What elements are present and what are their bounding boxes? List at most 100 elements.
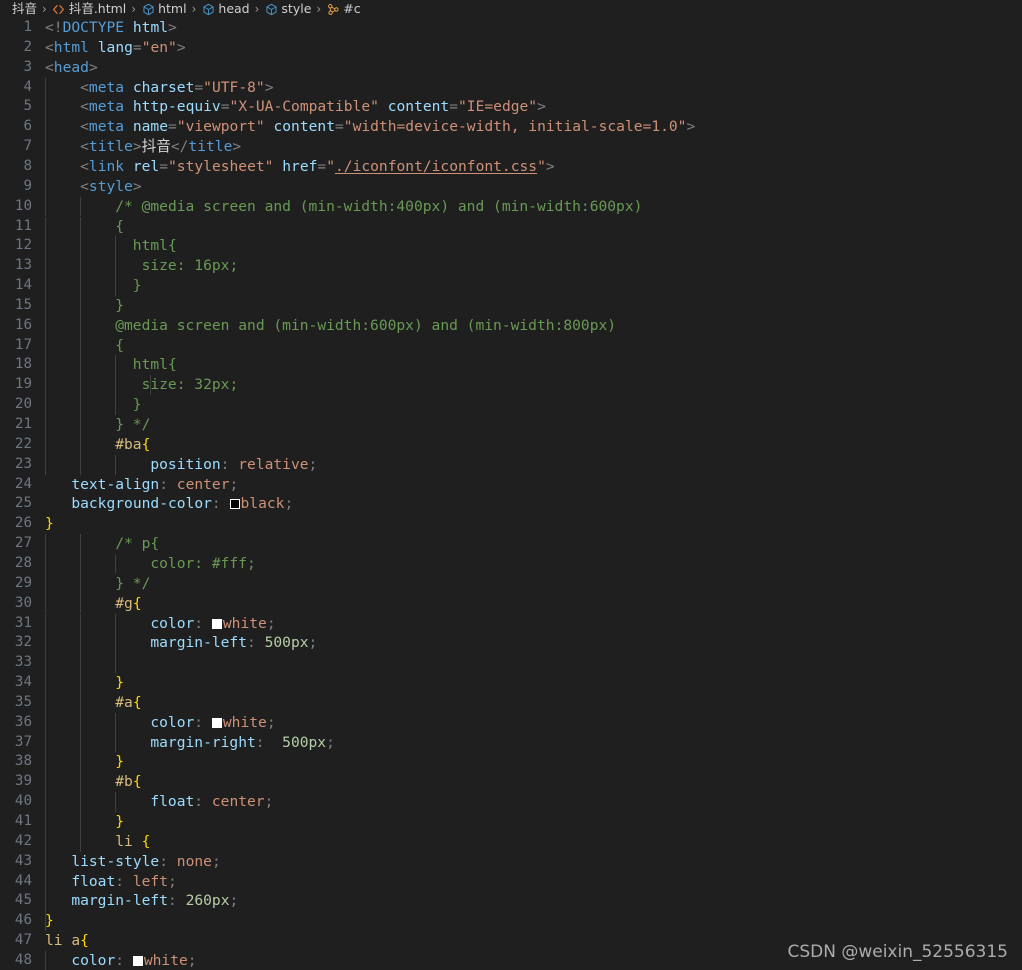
code-line[interactable]: 18 html{ (0, 355, 1022, 376)
code-line[interactable]: 39 #b{ (0, 772, 1022, 793)
code-line-text: float: center; (150, 792, 273, 812)
code-line[interactable]: 9 <style> (0, 176, 1022, 197)
breadcrumb-item-head[interactable]: head (200, 2, 250, 16)
code-line-text: { (115, 336, 124, 356)
code-line[interactable]: 33 (0, 653, 1022, 674)
breadcrumb-item-html[interactable]: 抖音.html (51, 2, 127, 16)
code-line[interactable]: 41} (0, 812, 1022, 832)
color-swatch-white[interactable] (211, 618, 222, 629)
code-line[interactable]: 19 size: 32px; (0, 375, 1022, 396)
code-line[interactable]: 34} (0, 673, 1022, 693)
indent-guide (80, 315, 82, 336)
code-line[interactable]: 21} */ (0, 415, 1022, 435)
line-number: 21 (14, 416, 32, 432)
line-number: 11 (14, 217, 32, 234)
code-line[interactable]: 11 { (0, 216, 1022, 237)
code-line[interactable]: 47 li a{ (0, 931, 1022, 951)
line-number: 27 (14, 535, 32, 552)
css-selector-icon (326, 2, 340, 16)
code-line[interactable]: 20} (0, 395, 1022, 415)
code-line[interactable]: 14} (0, 276, 1022, 296)
code-line[interactable]: 30 #g{ (0, 593, 1022, 614)
code-token: > (537, 98, 546, 116)
code-line[interactable]: 26} (0, 514, 1022, 534)
code-line[interactable]: 36 color: white; (0, 712, 1022, 733)
code-line[interactable]: 6 <meta name="viewport" content="width=de… (0, 117, 1022, 138)
code-line[interactable]: 31 color: white; (0, 613, 1022, 634)
line-number: 15 (14, 296, 32, 313)
code-token: center (211, 793, 265, 811)
indent-guide (45, 355, 46, 376)
code-token: head (53, 58, 89, 76)
code-token: "UTF-8" (203, 78, 265, 96)
code-line[interactable]: 42 li { (0, 831, 1022, 852)
code-line[interactable]: 13 size: 16px; (0, 256, 1022, 277)
code-line[interactable]: 22 #ba{ (0, 434, 1022, 455)
breadcrumb-item-style[interactable]: style (263, 2, 312, 16)
indent-guide (45, 216, 46, 237)
code-line[interactable]: 15} (0, 295, 1022, 316)
breadcrumb-item-[interactable]: 抖音 (0, 2, 38, 16)
code-token: { (80, 932, 89, 950)
code-line[interactable]: 23 position: relative; (0, 454, 1022, 475)
code-line[interactable]: 4 <meta charset="UTF-8"> (0, 77, 1022, 98)
code-token: < (80, 177, 89, 195)
code-editor[interactable]: 1 <!DOCTYPE html> 2 <html lang="en"> 3 <head>… (0, 18, 1022, 970)
code-line[interactable]: 8 <link rel="stylesheet" href="./iconfont… (0, 156, 1022, 177)
code-line[interactable]: 40 float: center; (0, 792, 1022, 812)
code-line-text: <html lang="en"> (45, 38, 186, 58)
breadcrumb-item-label: 抖音 (12, 0, 38, 16)
indent-guide (80, 692, 82, 713)
code-token: white (222, 713, 267, 731)
code-line[interactable]: 43 list-style: none; (0, 851, 1022, 872)
line-number: 18 (14, 356, 32, 373)
code-line[interactable]: 44 float: left; (0, 871, 1022, 892)
line-number: 48 (14, 951, 32, 968)
color-swatch-black[interactable] (229, 499, 240, 510)
code-line[interactable]: 25 background-color: black; (0, 494, 1022, 514)
code-line[interactable]: 46} (0, 911, 1022, 932)
breadcrumb-separator: › (131, 2, 137, 16)
code-token: ; (187, 951, 197, 969)
code-line[interactable]: 3 <head> (0, 58, 1022, 78)
indent-guide (80, 375, 82, 396)
code-line[interactable]: 12 html{ (0, 236, 1022, 257)
code-line[interactable]: 45 margin-left: 260px; (0, 891, 1022, 912)
code-line[interactable]: 10 /* @media screen and (min-width:400px)… (0, 196, 1022, 217)
code-line[interactable]: 37 margin-right: 500px; (0, 732, 1022, 753)
code-line-text: } (45, 514, 54, 534)
code-line[interactable]: 29} */ (0, 573, 1022, 594)
code-line[interactable]: 32 margin-left: 500px; (0, 633, 1022, 654)
code-token: { (132, 773, 142, 791)
color-swatch-white[interactable] (132, 955, 143, 966)
code-token: } (132, 277, 142, 295)
indent-guide (45, 673, 46, 693)
indent-guide (115, 712, 117, 733)
code-line-text: } (115, 812, 124, 832)
code-line[interactable]: 27 /* p{ (0, 534, 1022, 554)
code-token: < (45, 58, 54, 76)
code-line[interactable]: 28 color: #fff; (0, 553, 1022, 574)
code-line[interactable]: 2 <html lang="en"> (0, 38, 1022, 58)
code-line[interactable]: 48 color: white; (0, 950, 1022, 970)
code-line-text: #g{ (115, 594, 141, 614)
breadcrumb-item-html[interactable]: html (140, 2, 187, 16)
code-line[interactable]: 17 { (0, 335, 1022, 356)
code-line-text: html{ (133, 236, 177, 256)
code-line[interactable]: 1 <!DOCTYPE html> (0, 18, 1022, 38)
code-token: = (335, 118, 344, 136)
line-number: 38 (14, 753, 32, 770)
line-number: 29 (14, 574, 32, 591)
code-line[interactable]: 16 @media screen and (min-width:600px) an… (0, 315, 1022, 336)
code-line[interactable]: 7 <title>抖音</title> (0, 137, 1022, 157)
indent-guide (45, 831, 46, 852)
code-line[interactable]: 24 text-align: center; (0, 475, 1022, 495)
code-token: = (132, 38, 142, 56)
code-line[interactable]: 5 <meta http-equiv="X-UA-Compatible" cont… (0, 97, 1022, 118)
color-swatch-white[interactable] (211, 717, 222, 728)
breadcrumb-item-c[interactable]: #c (325, 2, 361, 16)
code-line[interactable]: 35 #a{ (0, 692, 1022, 713)
code-token: margin-left (71, 892, 168, 910)
code-line[interactable]: 38} (0, 752, 1022, 773)
